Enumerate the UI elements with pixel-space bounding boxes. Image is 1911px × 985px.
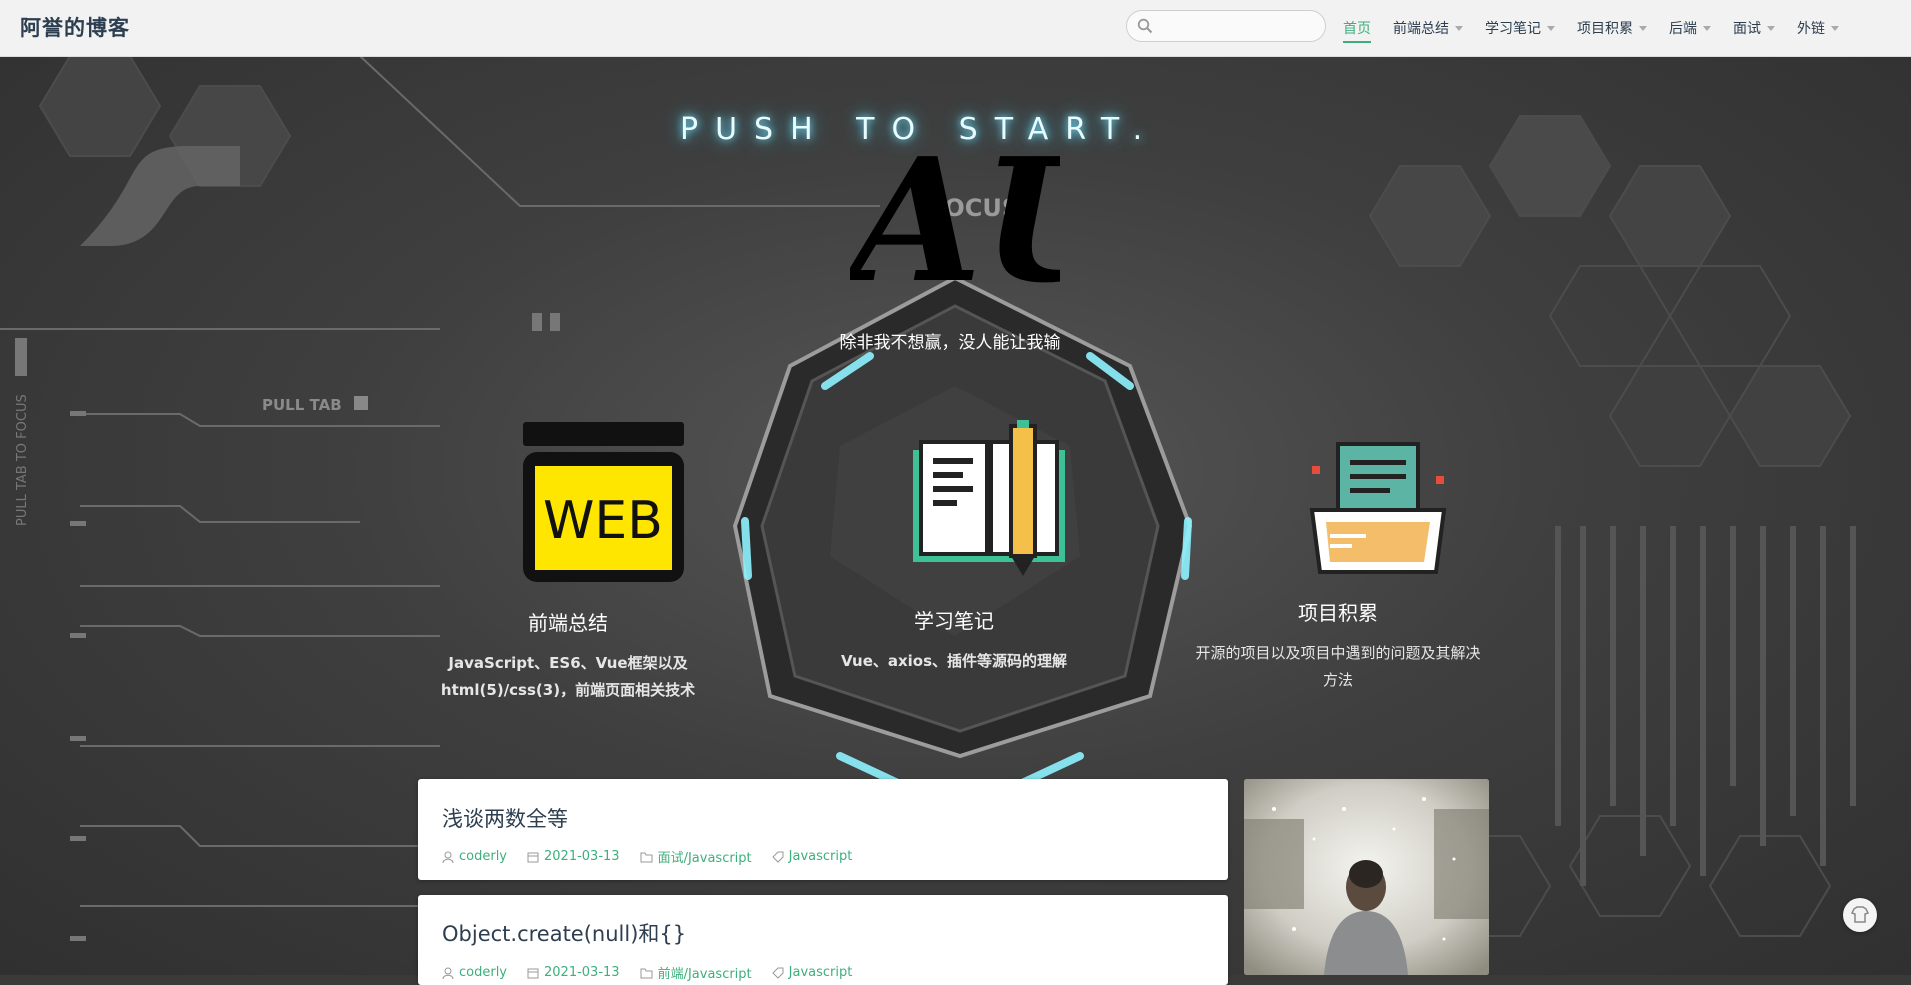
feature-title: 前端总结 [528,611,608,635]
theme-button[interactable] [1843,898,1877,932]
feature-description: 开源的项目以及项目中遇到的问题及其解决 方法 [1188,640,1488,694]
site-title[interactable]: 阿誉的博客 [20,12,130,42]
post-title[interactable]: Object.create(null)和{} [442,918,686,948]
nav-item-study-notes[interactable]: 学习笔记 [1485,0,1555,56]
post-meta: coderly 2021-03-13 前端/Javascript Javascr… [442,963,872,982]
open-book-icon [913,420,1065,576]
search-box[interactable] [1126,10,1326,42]
folder-icon [640,968,653,978]
folder-document-icon [1309,442,1447,574]
nav-item-label: 后端 [1669,21,1697,37]
feature-description: JavaScript、ES6、Vue框架以及 html(5)/css(3)，前端… [418,650,718,704]
post-date-text: 2021-03-13 [544,965,620,980]
main-nav: 首页 前端总结 学习笔记 项目积累 后端 面试 外链 [1343,0,1861,56]
tag-icon [771,967,784,979]
pull-tab-focus-label: PULL TAB TO FOCUS [15,394,30,526]
search-icon [1137,18,1153,34]
chevron-down-icon [1639,25,1647,31]
feature-description-line: 方法 [1322,671,1353,689]
web-badge-text: WEB [543,491,663,551]
post-category[interactable]: 面试/Javascript [640,847,752,866]
nav-item-label: 学习笔记 [1485,21,1541,37]
calendar-icon [527,852,539,862]
post-category-text: 面试/Javascript [657,851,752,866]
post-author-name: coderly [459,965,508,980]
feature-title: 学习笔记 [914,609,994,633]
user-icon [442,967,454,979]
post-category-text: 前端/Javascript [657,967,752,982]
feature-description-line: 开源的项目以及项目中遇到的问题及其解决 [1195,644,1481,662]
search-input[interactable] [1159,15,1318,39]
nav-item-projects[interactable]: 项目积累 [1577,0,1647,56]
feature-frontend-summary[interactable]: WEB 前端总结 JavaScript、ES6、Vue框架以及 html(5)/… [418,420,718,704]
post-title[interactable]: 浅谈两数全等 [442,803,568,833]
folder-icon [640,852,653,862]
feature-description: Vue、axios、插件等源码的理解 [804,648,1104,675]
chevron-down-icon [1767,25,1775,31]
nav-item-label: 外链 [1797,21,1825,37]
pull-tab-label: PULL TAB [262,396,342,414]
nav-item-interview[interactable]: 面试 [1733,0,1775,56]
post-date: 2021-03-13 [527,963,620,982]
chevron-down-icon [1455,25,1463,31]
nav-item-label: 面试 [1733,21,1761,37]
hero-logo-text: AU [850,121,1060,305]
post-tag[interactable]: Javascript [771,847,853,866]
nav-item-home[interactable]: 首页 [1343,0,1371,56]
post-category[interactable]: 前端/Javascript [640,963,752,982]
avatar [1244,779,1489,975]
web-jar-icon: WEB [522,422,684,582]
chevron-down-icon [1703,25,1711,31]
post-meta: coderly 2021-03-13 面试/Javascript Javascr… [442,847,872,866]
feature-title: 项目积累 [1298,601,1378,625]
feature-description-line: html(5)/css(3)，前端页面相关技术 [440,681,696,699]
nav-item-external-links[interactable]: 外链 [1797,0,1839,56]
post-author-name: coderly [459,849,508,864]
feature-description-line: Vue、axios、插件等源码的理解 [840,652,1068,670]
top-navbar: 阿誉的博客 首页 前端总结 学习笔记 项目积累 后端 面试 外链 [0,0,1911,57]
post-card[interactable]: 浅谈两数全等 coderly 2021-03-13 面试/Javascript … [418,779,1228,880]
calendar-icon [527,968,539,978]
tag-icon [771,851,784,863]
feature-study-notes[interactable]: 学习笔记 Vue、axios、插件等源码的理解 [804,418,1104,675]
chevron-down-icon [1831,25,1839,31]
feature-projects[interactable]: 项目积累 开源的项目以及项目中遇到的问题及其解决 方法 [1188,440,1488,694]
nav-item-frontend-summary[interactable]: 前端总结 [1393,0,1463,56]
post-card[interactable]: Object.create(null)和{} coderly 2021-03-1… [418,895,1228,985]
hero-tagline: 除非我不想赢，没人能让我输 [839,333,1061,353]
post-author[interactable]: coderly [442,963,507,982]
nav-item-label: 首页 [1343,21,1371,37]
post-tag[interactable]: Javascript [771,963,853,982]
post-date-text: 2021-03-13 [544,849,620,864]
hero-logo: AU [850,121,1060,305]
nav-item-label: 前端总结 [1393,21,1449,37]
post-tag-text: Javascript [788,849,853,864]
post-tag-text: Javascript [788,965,853,980]
post-author[interactable]: coderly [442,847,507,866]
feature-description-line: JavaScript、ES6、Vue框架以及 [448,654,688,672]
nav-item-backend[interactable]: 后端 [1669,0,1711,56]
tshirt-icon [1850,906,1870,923]
chevron-down-icon [1547,25,1555,31]
nav-item-label: 项目积累 [1577,21,1633,37]
profile-card [1244,779,1489,975]
user-icon [442,851,454,863]
post-date: 2021-03-13 [527,847,620,866]
